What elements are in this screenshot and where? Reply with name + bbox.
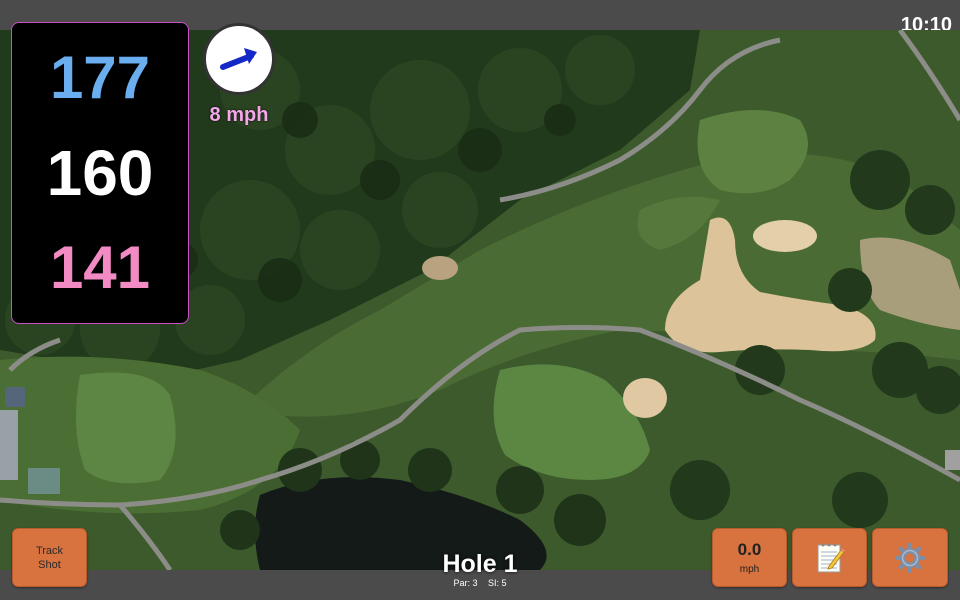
gear-icon: [895, 542, 925, 573]
wind-speed-label: 8 mph: [209, 104, 269, 126]
notepad-icon: [817, 543, 845, 572]
hole-par: Par: 3: [453, 578, 478, 588]
hole-stroke-index: SI: 5: [488, 578, 507, 588]
notes-button[interactable]: [792, 528, 867, 587]
arrow-right-icon: [220, 48, 257, 70]
hole-details: Par: 3 SI: 5: [380, 578, 580, 589]
front-distance: 141: [49, 234, 151, 302]
wind-button-unit: mph: [739, 564, 760, 575]
track-shot-label-line1: Track: [35, 544, 64, 557]
middle-distance: 160: [46, 136, 154, 209]
track-shot-button[interactable]: Track Shot: [12, 528, 87, 587]
wind-button-value: 0.0: [737, 540, 762, 559]
hole-title: Hole 1: [442, 550, 518, 578]
hole-info: Hole 1 Par: 3 SI: 5: [380, 550, 580, 589]
settings-button[interactable]: [872, 528, 948, 587]
wind-direction-dial: [203, 23, 275, 95]
back-distance: 177: [49, 43, 151, 111]
wind-speed-button[interactable]: 0.0 mph: [712, 528, 787, 587]
track-shot-label-line2: Shot: [38, 558, 61, 571]
distance-panel: 177 160 141: [11, 22, 189, 324]
